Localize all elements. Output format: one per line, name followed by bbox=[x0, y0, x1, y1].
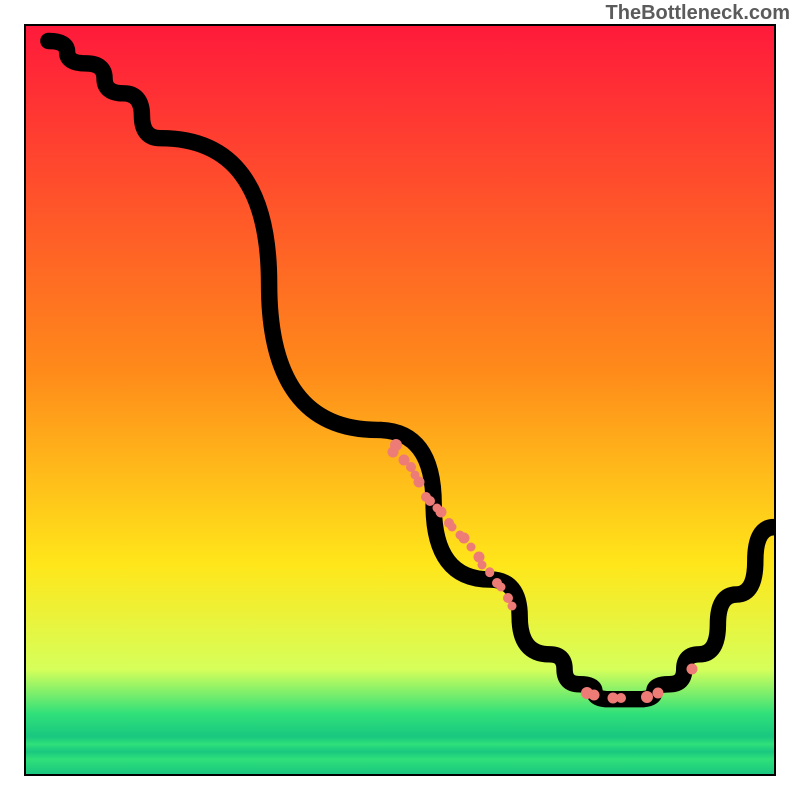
data-point bbox=[508, 601, 517, 610]
chart-curve-svg bbox=[26, 26, 774, 774]
data-point bbox=[458, 533, 469, 544]
bottleneck-curve bbox=[48, 41, 774, 699]
chart-frame bbox=[24, 24, 776, 776]
data-point bbox=[467, 543, 476, 552]
data-point bbox=[496, 583, 505, 592]
data-point bbox=[641, 691, 653, 703]
data-point bbox=[686, 664, 697, 675]
data-point bbox=[387, 447, 398, 458]
data-point bbox=[653, 688, 664, 699]
watermark-text: TheBottleneck.com bbox=[606, 2, 790, 25]
data-point bbox=[616, 693, 626, 703]
data-point bbox=[410, 470, 419, 479]
data-point bbox=[485, 567, 495, 577]
data-point bbox=[589, 690, 600, 701]
data-point bbox=[448, 523, 457, 532]
data-point bbox=[436, 507, 447, 518]
